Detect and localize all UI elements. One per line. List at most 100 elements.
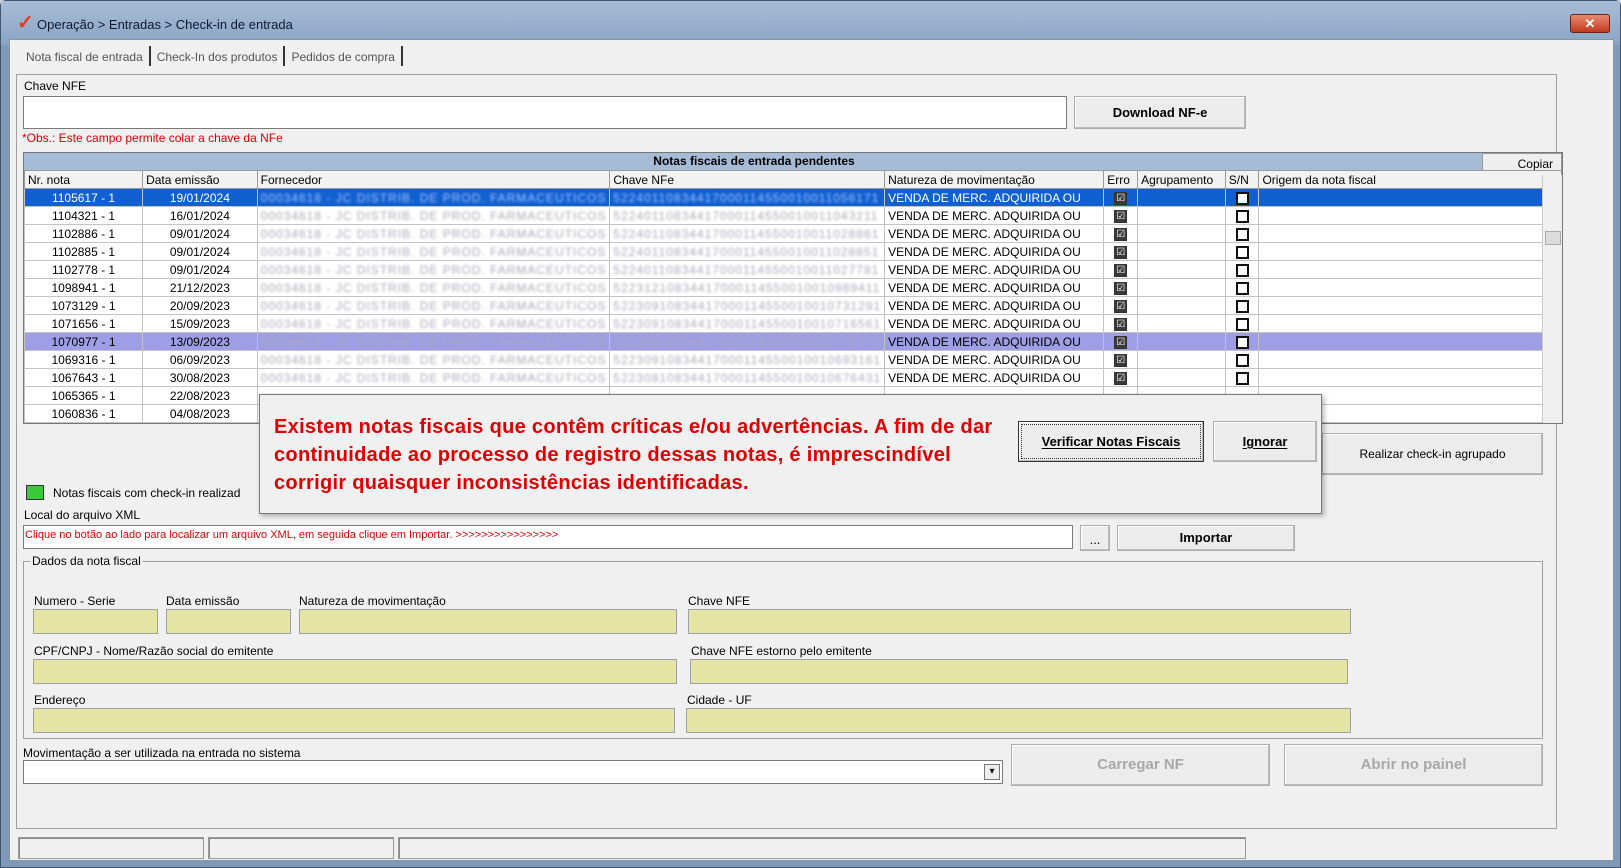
import-button[interactable]: Importar (1117, 525, 1295, 551)
sn-checkbox[interactable] (1235, 335, 1249, 349)
sn-checkbox[interactable] (1235, 317, 1249, 331)
chave-nfe-cell: 52230910834417000114550010010716561 (609, 314, 886, 333)
sn-checkbox[interactable] (1235, 281, 1249, 295)
abrir-painel-button[interactable]: Abrir no painel (1284, 744, 1543, 786)
table-row[interactable]: 1102885 - 1 09/01/2024 00034618 - JC DISTR… (24, 242, 1562, 261)
chave-nfe-cell: 52231210834417000114550010010989411 (609, 278, 886, 297)
table-row[interactable]: 1071656 - 1 15/09/2023 00034618 - JC DISTR… (24, 314, 1562, 333)
pending-invoices-grid[interactable]: Notas fiscais de entrada pendentes Copia… (23, 152, 1563, 424)
natureza-cell: VENDA DE MERC. ADQUIRIDA OU (884, 242, 1105, 261)
dropdown-arrow-icon[interactable]: ▾ (984, 764, 1000, 780)
erro-checkbox[interactable]: ☑ (1114, 299, 1128, 313)
sn-cell (1224, 224, 1260, 243)
column-header[interactable]: Natureza de movimentação (884, 170, 1105, 189)
chave-nfe-obs: *Obs.: Este campo permite colar a chave … (22, 131, 283, 145)
cidade-field[interactable] (686, 708, 1351, 733)
nr-nota-cell: 1065365 - 1 (24, 386, 144, 405)
tab-check-in-produtos[interactable]: Check-In dos produtos (151, 46, 286, 66)
erro-checkbox[interactable]: ☑ (1114, 245, 1128, 259)
ignorar-label: Ignorar (1242, 434, 1288, 449)
sn-checkbox[interactable] (1235, 371, 1249, 385)
cpf-label: CPF/CNPJ - Nome/Razão social do emitente (34, 644, 274, 658)
xml-label: Local do arquivo XML (24, 508, 141, 522)
table-row[interactable]: 1069316 - 1 06/09/2023 00034618 - JC DISTR… (24, 350, 1562, 369)
sn-checkbox[interactable] (1235, 209, 1249, 223)
sn-cell (1224, 296, 1260, 315)
endereco-field[interactable] (33, 708, 675, 733)
natureza-field[interactable] (299, 609, 677, 634)
column-header[interactable]: Fornecedor (256, 170, 611, 189)
chave-field[interactable] (688, 609, 1351, 634)
ignorar-button[interactable]: Ignorar (1213, 421, 1317, 462)
erro-checkbox[interactable]: ☑ (1114, 371, 1128, 385)
realizar-check-in-agrupado-button[interactable]: Realizar check-in agrupado (1322, 433, 1543, 475)
natureza-cell-text: VENDA DE MERC. ADQUIRIDA OU (888, 352, 1081, 367)
table-row[interactable]: 1102778 - 1 09/01/2024 00034618 - JC DISTR… (24, 260, 1562, 279)
xml-path-input[interactable]: Clique no botão ao lado para localizar u… (23, 525, 1073, 549)
table-row[interactable]: 1070977 - 1 13/09/2023 00034618 - JC DISTR… (24, 332, 1562, 351)
erro-checkbox[interactable]: ☑ (1114, 191, 1128, 205)
erro-checkbox[interactable]: ☑ (1114, 263, 1128, 277)
table-row[interactable]: 1098941 - 1 21/12/2023 00034618 - JC DISTR… (24, 278, 1562, 297)
sn-checkbox[interactable] (1235, 263, 1249, 277)
cpf-field[interactable] (33, 659, 677, 684)
data-emissao-field[interactable] (166, 609, 291, 634)
numero-serie-field[interactable] (33, 609, 158, 634)
column-header[interactable]: Data emissão (142, 170, 258, 189)
erro-cell: ☑ (1103, 188, 1139, 207)
browse-button[interactable]: ... (1080, 525, 1110, 551)
column-header[interactable]: Agrupamento (1137, 170, 1226, 189)
nr-nota-cell-text: 1070977 - 1 (51, 334, 116, 349)
table-row[interactable]: 1102886 - 1 09/01/2024 00034618 - JC DISTR… (24, 224, 1562, 243)
data-emissao-cell: 22/08/2023 (142, 386, 258, 405)
nr-nota-cell-text: 1102778 - 1 (51, 262, 116, 277)
natureza-cell: VENDA DE MERC. ADQUIRIDA OU (884, 332, 1105, 351)
sn-checkbox[interactable] (1235, 353, 1249, 367)
close-button[interactable]: ✕ (1570, 14, 1610, 33)
fornecedor-cell-text: 00034618 - JC DISTRIB. DE PROD. FARMACEU… (260, 370, 607, 385)
movimentacao-select[interactable]: ▾ (23, 760, 1003, 784)
agrupamento-cell (1137, 278, 1226, 297)
table-row[interactable]: 1105617 - 1 19/01/2024 00034618 - JC DISTR… (24, 188, 1562, 207)
erro-checkbox[interactable]: ☑ (1114, 353, 1128, 367)
data-emissao-cell-text: 06/09/2023 (169, 352, 230, 367)
browse-label: ... (1089, 532, 1101, 547)
chave-nfe-input[interactable] (23, 96, 1067, 129)
erro-checkbox[interactable]: ☑ (1114, 317, 1128, 331)
column-header[interactable]: Chave NFe (609, 170, 886, 189)
erro-checkbox[interactable]: ☑ (1114, 209, 1128, 223)
chave-nfe-cell-text: 52240110834417000114550010011056171 (613, 190, 880, 205)
table-row[interactable]: 1067643 - 1 30/08/2023 00034618 - JC DISTR… (24, 368, 1562, 387)
verificar-notas-fiscais-button[interactable]: Verificar Notas Fiscais (1018, 421, 1204, 462)
dados-legend: Dados da nota fiscal (30, 554, 143, 568)
agrupamento-cell (1137, 242, 1226, 261)
endereco-label: Endereço (34, 693, 86, 707)
column-header[interactable]: S/N (1224, 170, 1260, 189)
column-header[interactable]: Erro (1103, 170, 1139, 189)
column-header[interactable]: Origem da nota fiscal (1258, 170, 1562, 189)
chave-estorno-field[interactable] (690, 659, 1348, 684)
carregar-nf-button[interactable]: Carregar NF (1011, 744, 1270, 786)
sn-checkbox[interactable] (1235, 245, 1249, 259)
chave-nfe-cell: 52240110834417000114550010011027781 (609, 260, 886, 279)
status-panel-2 (208, 837, 394, 859)
sn-checkbox[interactable] (1235, 227, 1249, 241)
table-row[interactable]: 1104321 - 1 16/01/2024 00034618 - JC DISTR… (24, 206, 1562, 225)
nr-nota-cell-text: 1098941 - 1 (51, 280, 116, 295)
natureza-cell: VENDA DE MERC. ADQUIRIDA OU (884, 350, 1105, 369)
sn-checkbox[interactable] (1235, 299, 1249, 313)
erro-checkbox[interactable]: ☑ (1114, 335, 1128, 349)
tab-pedidos-compra[interactable]: Pedidos de compra (285, 46, 403, 66)
legend-label: Notas fiscais com check-in realizad (53, 486, 241, 500)
tab-nota-fiscal[interactable]: Nota fiscal de entrada (20, 46, 151, 66)
fornecedor-cell-text: 00034618 - JC DISTRIB. DE PROD. FARMACEU… (260, 262, 607, 277)
sn-checkbox[interactable] (1235, 191, 1249, 205)
grid-scrollbar[interactable] (1542, 175, 1562, 423)
column-header[interactable]: Nr. nota (24, 170, 144, 189)
natureza-cell: VENDA DE MERC. ADQUIRIDA OU (884, 278, 1105, 297)
erro-checkbox[interactable]: ☑ (1114, 281, 1128, 295)
scrollbar-thumb[interactable] (1545, 231, 1561, 245)
download-nfe-button[interactable]: Download NF-e (1074, 96, 1246, 129)
table-row[interactable]: 1073129 - 1 20/09/2023 00034618 - JC DISTR… (24, 296, 1562, 315)
erro-checkbox[interactable]: ☑ (1114, 227, 1128, 241)
